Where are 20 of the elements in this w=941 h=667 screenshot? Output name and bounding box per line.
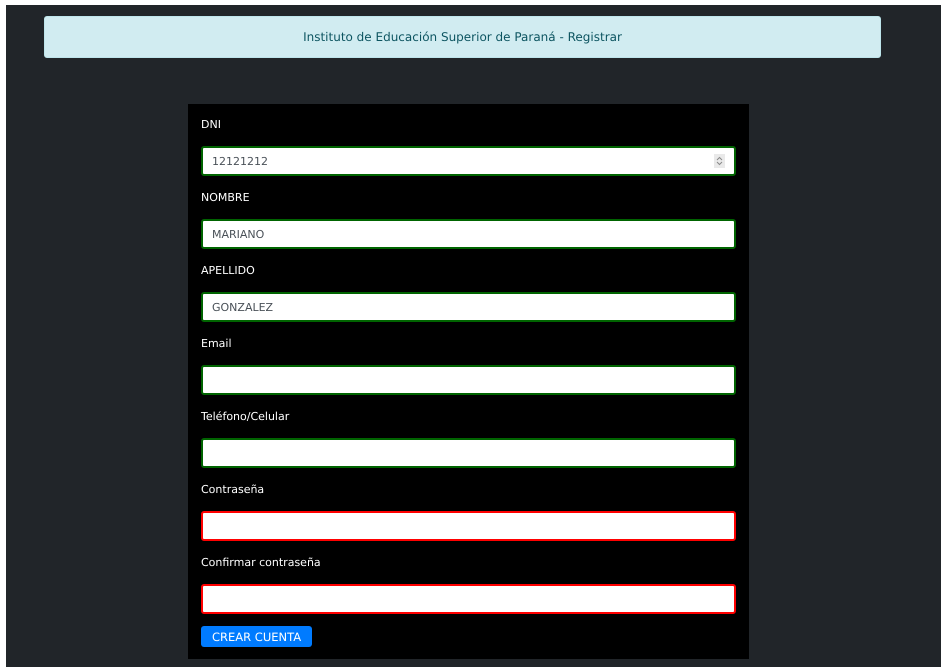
field-label: NOMBRE [201,190,251,206]
field-value: 12121212 [212,154,268,168]
input-field[interactable] [201,511,736,541]
input-field[interactable]: 12121212 [201,146,736,176]
field-label: Teléfono/Celular [201,409,290,425]
input-field[interactable] [201,365,736,395]
field-label: APELLIDO [201,263,256,279]
input-field[interactable]: GONZALEZ [201,292,736,322]
field-value: MARIANO [212,228,264,240]
input-field[interactable]: MARIANO [201,219,736,249]
create-account-button[interactable]: CREAR CUENTA [201,626,312,647]
field-label: Email [201,336,233,352]
field-label: DNI [201,117,222,133]
header-banner: Instituto de Educación Superior de Paraná - Registrar [44,16,881,58]
field-label: Confirmar contraseña [201,555,322,571]
input-field[interactable] [201,584,736,614]
spinner-icon[interactable] [714,154,725,168]
field-value: GONZALEZ [212,300,274,314]
input-field[interactable] [201,438,736,468]
field-label: Contraseña [201,482,266,498]
